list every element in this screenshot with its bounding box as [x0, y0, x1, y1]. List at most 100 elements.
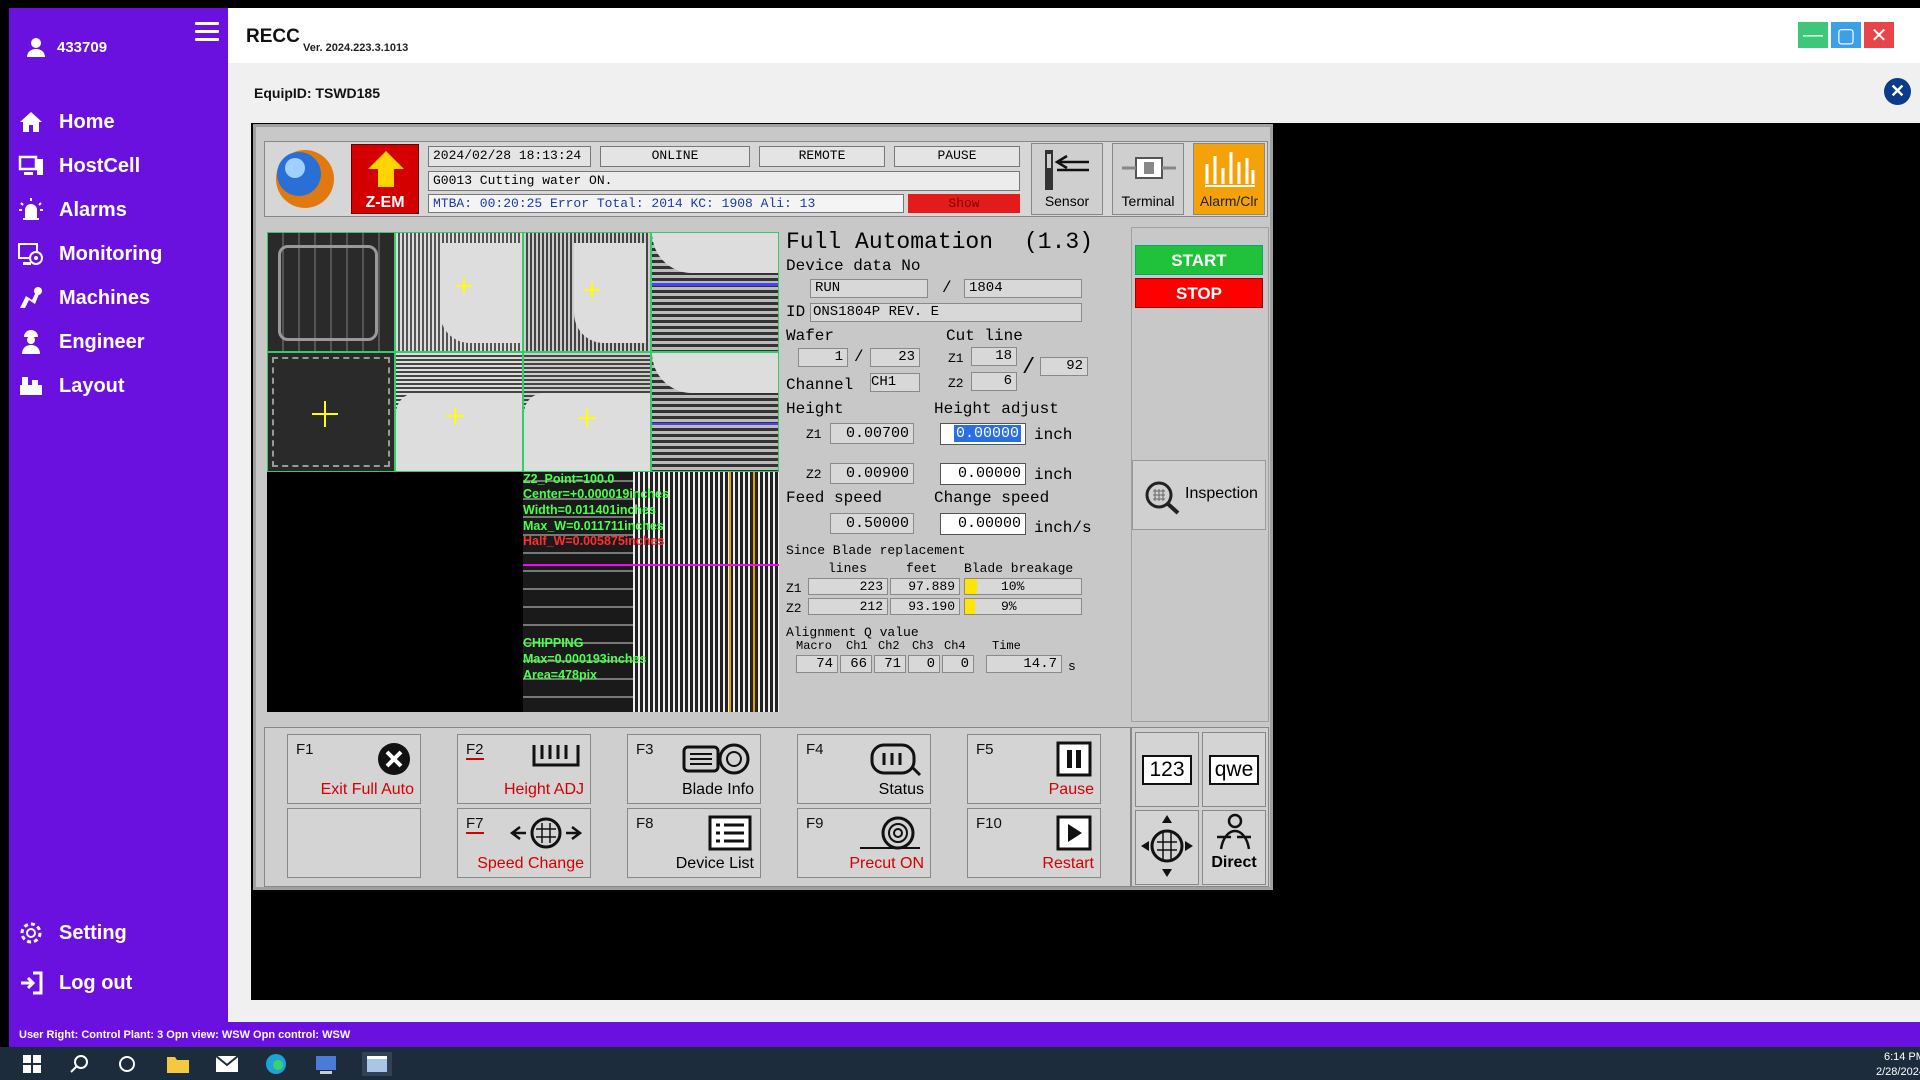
sidebar-item-label: HostCell [59, 154, 141, 177]
search-icon[interactable] [68, 1052, 92, 1076]
hamburger-menu-icon[interactable] [195, 22, 219, 42]
overlay-chip-area: Area=478pix [523, 668, 598, 682]
camera-tile [395, 352, 523, 472]
f1-exit-full-auto-button[interactable]: F1 Exit Full Auto [287, 734, 421, 804]
overlay-z2-point: Z2_Point=100.0 [523, 472, 615, 486]
cut-total-field: 92 [1040, 357, 1088, 376]
height-adjust-z1-value: 0.00000 [953, 425, 1021, 442]
f4-status-button[interactable]: F4 Status [797, 734, 931, 804]
alarm-clr-label: Alarm/Clr [1199, 193, 1259, 209]
blade-info-icon [682, 743, 750, 775]
f10-restart-button[interactable]: F10 Restart [967, 808, 1101, 878]
show-button[interactable]: Show [908, 194, 1020, 213]
start-button[interactable]: START [1135, 245, 1263, 275]
gear-icon [20, 922, 42, 944]
id-field: ONS1804P REV. E [810, 303, 1082, 322]
sidebar-item-home[interactable]: Home [9, 100, 228, 144]
maximize-button[interactable]: ▢ [1831, 22, 1861, 48]
monitoring-icon [18, 243, 43, 265]
alpha-keyboard-label: qwe [1209, 755, 1259, 785]
user-id: 433709 [57, 38, 108, 56]
sidebar-item-monitoring[interactable]: Monitoring [9, 232, 228, 276]
mail-icon[interactable] [215, 1052, 239, 1076]
id-label: ID [786, 303, 806, 321]
file-explorer-icon[interactable] [166, 1052, 190, 1076]
task-view-icon[interactable] [115, 1052, 139, 1076]
height-z1-label: Z1 [806, 427, 822, 442]
alpha-keyboard-button[interactable]: qwe [1202, 732, 1266, 807]
sidebar-item-engineer[interactable]: Engineer [9, 320, 228, 364]
window-app-icon[interactable] [362, 1052, 392, 1076]
align-ch4-value: 0 [942, 655, 974, 673]
mode-version: (1.3) [1024, 229, 1094, 255]
camera-tile [523, 232, 651, 352]
f9-precut-button[interactable]: F9 Precut ON [797, 808, 931, 878]
taskbar-clock[interactable]: 6:14 PM 2/28/2024 [1876, 1050, 1920, 1080]
sensor-label: Sensor [1044, 193, 1090, 209]
f3-blade-info-button[interactable]: F3 Blade Info [627, 734, 761, 804]
minimize-button[interactable]: — [1798, 22, 1828, 48]
jog-direction-button[interactable] [1135, 810, 1199, 885]
function-keys: F1 Exit Full Auto F2 Height ADJ F3 Blade… [264, 727, 1131, 887]
equip-id-label: EquipID: TSWD185 [254, 85, 381, 101]
align-time-value: 14.7 [986, 655, 1062, 673]
fkey-label: Device List [675, 855, 754, 872]
edge-browser-icon[interactable] [264, 1052, 288, 1076]
sidebar-item-logout[interactable]: Log out [9, 958, 228, 1008]
machine-status-header: Z-EM 2024/02/28 18:13:24 ONLINE REMOTE P… [264, 141, 1268, 217]
sidebar-item-label: Log out [59, 971, 133, 994]
fkey-number: F10 [976, 815, 1002, 832]
arrow-up-icon [368, 151, 404, 187]
f7-speed-change-button[interactable]: F7 Speed Change [457, 808, 591, 878]
inspection-button[interactable]: Inspection [1132, 460, 1266, 530]
overlay-max-w: Max_W=0.011711inches [523, 519, 664, 533]
zem-button[interactable]: Z-EM [351, 144, 419, 214]
wafer-total: 23 [870, 348, 920, 367]
terminal-icon [1122, 157, 1176, 179]
sidebar-item-machines[interactable]: Machines [9, 276, 228, 320]
close-window-button[interactable]: ✕ [1864, 22, 1894, 48]
online-status: ONLINE [600, 146, 750, 167]
hostcell-icon [18, 155, 43, 175]
sensor-button[interactable]: Sensor [1031, 143, 1103, 215]
numeric-keypad-button[interactable]: 123 [1135, 732, 1199, 807]
window-version: Ver. 2024.223.3.1013 [303, 42, 409, 54]
window-titlebar: RECC Ver. 2024.223.3.1013 — ▢ ✕ [228, 8, 1920, 63]
windows-start-icon[interactable] [20, 1052, 44, 1076]
fkey-number: F8 [636, 815, 654, 832]
overlay-width: Width=0.011401inches [523, 503, 656, 517]
terminal-button[interactable]: Terminal [1112, 143, 1184, 215]
height-adjust-z2-input[interactable]: 0.00000 [940, 463, 1026, 485]
zem-label: Z-EM [365, 194, 405, 211]
f2-height-adj-button[interactable]: F2 Height ADJ [457, 734, 591, 804]
sidebar-item-hostcell[interactable]: HostCell [9, 144, 228, 188]
user-info: 433709 [25, 36, 107, 58]
z1-feet: 97.889 [890, 578, 960, 595]
channel-label: Channel [786, 376, 854, 394]
height-adjust-z1-input[interactable]: 0.00000 [940, 423, 1026, 445]
alarm-clr-button[interactable]: Alarm/Clr [1193, 143, 1265, 215]
align-ch1-value: 66 [840, 655, 872, 673]
camera-tile [267, 352, 395, 472]
change-speed-input[interactable]: 0.00000 [940, 513, 1026, 535]
stop-button[interactable]: STOP [1135, 278, 1263, 308]
recc-app-icon[interactable] [314, 1052, 338, 1076]
sidebar-item-layout[interactable]: Layout [9, 364, 228, 408]
sidebar-item-alarms[interactable]: Alarms [9, 188, 228, 232]
blade-since-label: Since Blade replacement [786, 543, 966, 558]
f5-pause-button[interactable]: F5 Pause [967, 734, 1101, 804]
align-header-ch2: Ch2 [878, 639, 900, 653]
close-equip-button[interactable]: ✕ [1884, 78, 1911, 105]
fkey-number: F5 [976, 741, 994, 758]
sidebar-item-label: Home [59, 110, 115, 133]
cut-z1-field: 18 [971, 347, 1017, 366]
panel-margin [228, 1000, 1920, 1022]
direct-button[interactable]: Direct [1202, 810, 1266, 885]
sidebar-item-setting[interactable]: Setting [9, 908, 228, 958]
f8-device-list-button[interactable]: F8 Device List [627, 808, 761, 878]
sidebar-bottom: Setting Log out [9, 908, 228, 1008]
unit-inch: inch [1034, 426, 1073, 444]
change-speed-label: Change speed [934, 489, 1050, 507]
fkey-number: F1 [296, 741, 314, 758]
terminal-label: Terminal [1121, 193, 1175, 209]
